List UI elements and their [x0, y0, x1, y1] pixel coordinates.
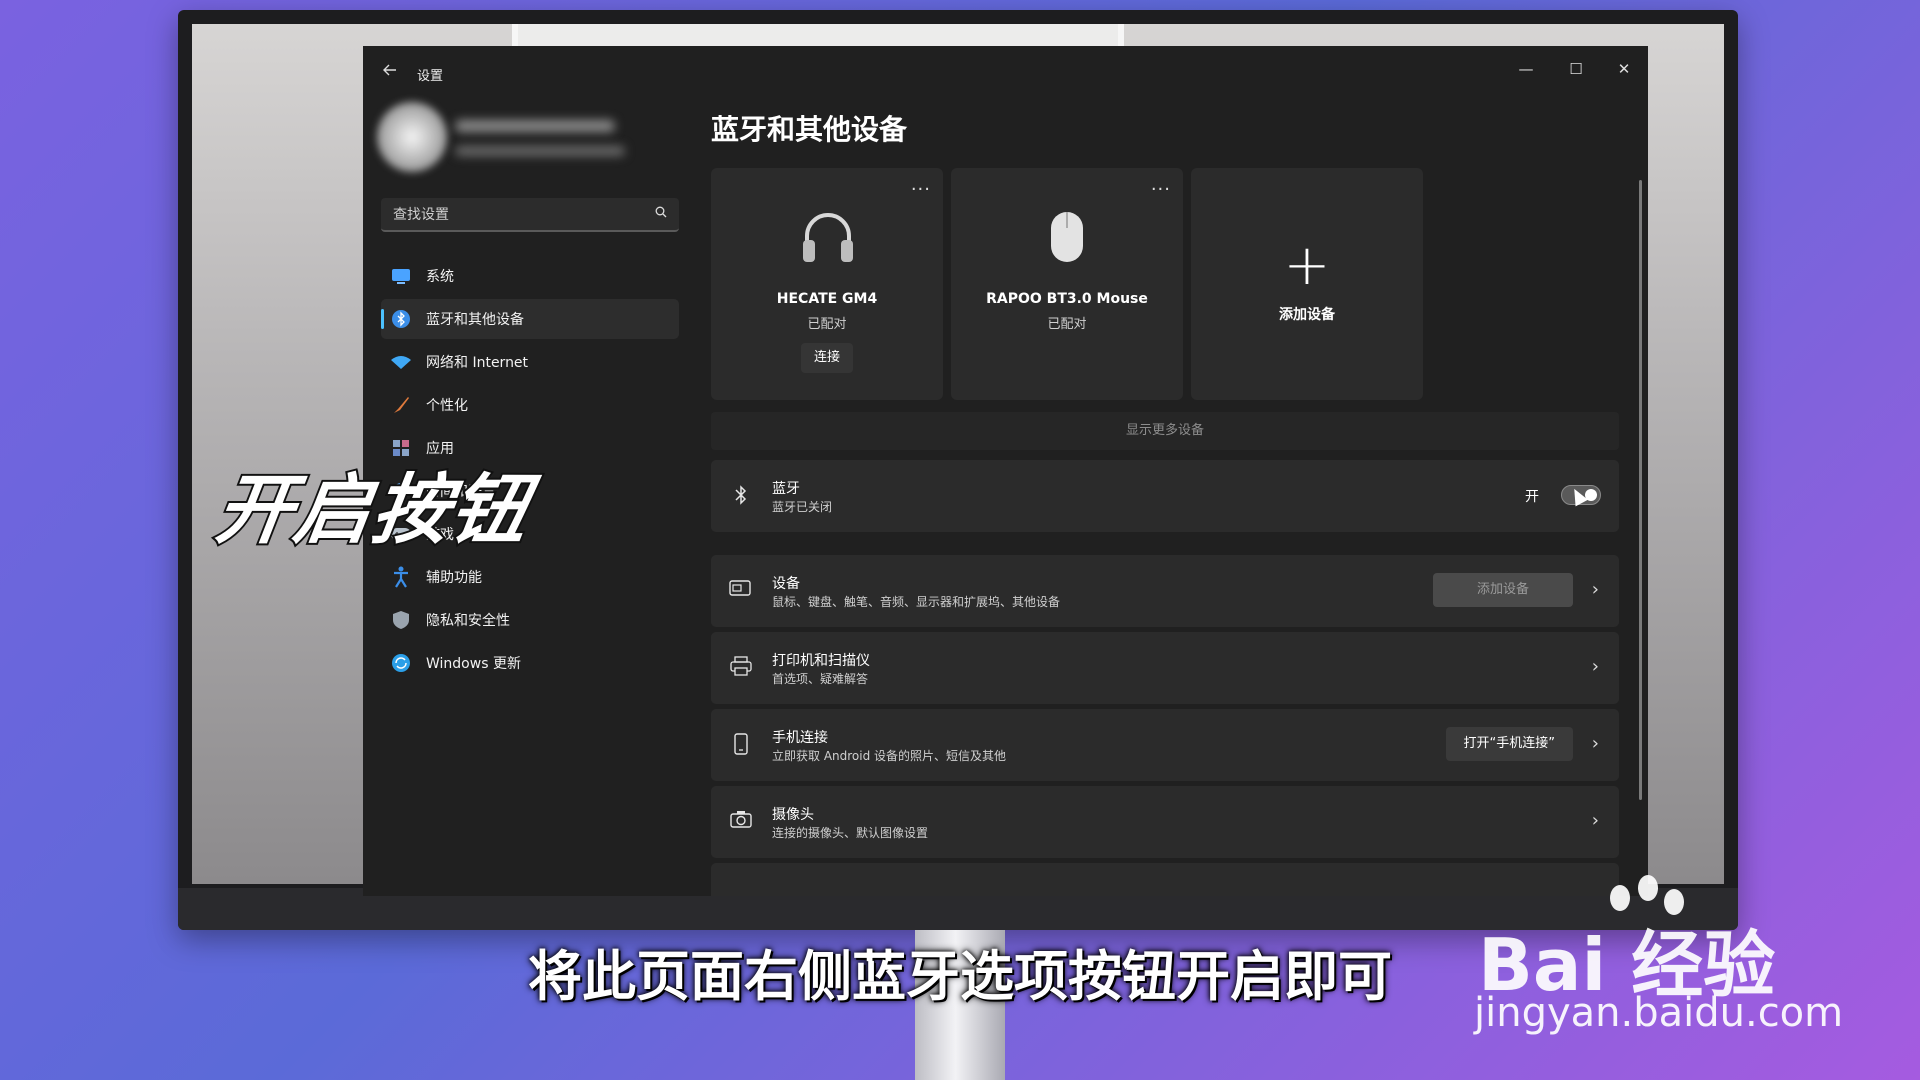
- settings-row-camera[interactable]: 摄像头 连接的摄像头、默认图像设置 ›: [711, 786, 1619, 858]
- sidebar-item-label: 隐私和安全性: [426, 613, 510, 629]
- sidebar-item-personalization[interactable]: 个性化: [381, 385, 679, 425]
- watermark-url: jingyan.baidu.com: [1474, 990, 1844, 1036]
- device-status: 已配对: [1047, 317, 1087, 332]
- page-title: 蓝牙和其他设备: [711, 113, 908, 146]
- mouse-icon: [1051, 212, 1083, 262]
- sidebar-item-label: 辅助功能: [426, 570, 482, 586]
- more-options-button[interactable]: ...: [1151, 174, 1171, 195]
- headphones-icon: [803, 213, 853, 262]
- bluetooth-icon: [729, 484, 753, 508]
- chevron-right-icon: ›: [1591, 579, 1599, 600]
- close-button[interactable]: ✕: [1604, 56, 1644, 82]
- user-email-blurred: [455, 146, 625, 156]
- add-device-button[interactable]: 添加设备: [1433, 573, 1573, 607]
- camera-icon: [729, 810, 753, 834]
- bluetooth-status: 蓝牙已关闭: [772, 500, 833, 514]
- maximize-button[interactable]: ☐: [1556, 56, 1596, 82]
- printer-icon: [729, 656, 753, 680]
- open-phone-link-button[interactable]: 打开“手机连接”: [1445, 727, 1573, 761]
- devices-icon: [729, 579, 753, 603]
- sidebar-item-network[interactable]: 网络和 Internet: [381, 342, 679, 382]
- title-bar: 设置 — ☐ ✕: [363, 46, 1648, 86]
- settings-row-partial[interactable]: [711, 863, 1619, 896]
- device-name: HECATE GM4: [776, 291, 878, 307]
- wifi-icon: [390, 351, 412, 373]
- scrollbar[interactable]: [1639, 180, 1642, 800]
- chevron-right-icon: ›: [1591, 810, 1599, 831]
- row-title: 手机连接: [772, 730, 828, 746]
- plus-icon: +: [1283, 233, 1331, 298]
- sidebar-item-system[interactable]: 系统: [381, 256, 679, 296]
- row-subtitle: 连接的摄像头、默认图像设置: [772, 826, 929, 840]
- arrow-left-icon: [383, 64, 396, 76]
- device-card-mouse[interactable]: ... RAPOO BT3.0 Mouse 已配对: [951, 168, 1183, 400]
- toggle-state-label: 开: [1525, 489, 1539, 505]
- connect-button[interactable]: 连接: [801, 343, 853, 373]
- sidebar-item-privacy[interactable]: 隐私和安全性: [381, 600, 679, 640]
- row-subtitle: 立即获取 Android 设备的照片、短信及其他: [772, 749, 1007, 763]
- sidebar-item-label: 蓝牙和其他设备: [426, 312, 524, 328]
- device-status: 已配对: [807, 317, 847, 332]
- accessibility-icon: [390, 566, 412, 588]
- avatar: [377, 102, 447, 172]
- settings-window: 设置 — ☐ ✕ 系统 蓝牙和其他设备 网络和 Internet 个性化: [363, 46, 1648, 896]
- search-input[interactable]: [391, 198, 635, 232]
- back-button[interactable]: [383, 64, 397, 80]
- add-device-label: 添加设备: [1279, 307, 1335, 323]
- user-name-blurred: [455, 120, 615, 132]
- sync-icon: [390, 652, 412, 674]
- row-subtitle: 鼠标、键盘、触笔、音频、显示器和扩展坞、其他设备: [772, 595, 1061, 609]
- row-title: 摄像头: [772, 807, 814, 823]
- more-options-button[interactable]: ...: [911, 174, 931, 195]
- search-icon[interactable]: [655, 206, 667, 218]
- phone-icon: [729, 733, 753, 757]
- bluetooth-title: 蓝牙: [772, 481, 800, 497]
- monitor-icon: [390, 265, 412, 287]
- bluetooth-icon: [390, 308, 412, 330]
- sidebar-item-label: 系统: [426, 269, 454, 285]
- overlay-caption-title: 开启按钮: [209, 463, 538, 556]
- search-box[interactable]: [381, 198, 679, 232]
- sidebar-item-label: 网络和 Internet: [426, 355, 529, 371]
- sidebar-item-bluetooth[interactable]: 蓝牙和其他设备: [381, 299, 679, 339]
- sidebar-item-windows-update[interactable]: Windows 更新: [381, 643, 679, 683]
- row-title: 设备: [772, 576, 800, 592]
- app-title: 设置: [417, 69, 444, 84]
- chevron-right-icon: ›: [1591, 733, 1599, 754]
- settings-row-phone-link[interactable]: 手机连接 立即获取 Android 设备的照片、短信及其他 打开“手机连接” ›: [711, 709, 1619, 781]
- settings-row-devices[interactable]: 设备 鼠标、键盘、触笔、音频、显示器和扩展坞、其他设备 添加设备 ›: [711, 555, 1619, 627]
- show-more-devices-button[interactable]: 显示更多设备: [711, 412, 1619, 450]
- row-title: 打印机和扫描仪: [772, 653, 870, 669]
- minimize-button[interactable]: —: [1506, 56, 1546, 82]
- sidebar-item-accessibility[interactable]: 辅助功能: [381, 557, 679, 597]
- row-subtitle: 首选项、疑难解答: [772, 672, 869, 686]
- device-name: RAPOO BT3.0 Mouse: [986, 291, 1148, 307]
- settings-row-printers[interactable]: 打印机和扫描仪 首选项、疑难解答 ›: [711, 632, 1619, 704]
- sidebar-item-label: 个性化: [426, 398, 468, 414]
- device-card-headphones[interactable]: ... HECATE GM4 已配对 连接: [711, 168, 943, 400]
- add-device-card[interactable]: + 添加设备: [1191, 168, 1423, 400]
- brush-icon: [390, 394, 412, 416]
- shield-icon: [390, 609, 412, 631]
- user-profile[interactable]: [375, 100, 635, 178]
- sidebar-item-label: Windows 更新: [426, 656, 521, 672]
- chevron-right-icon: ›: [1591, 656, 1599, 677]
- bluetooth-row: 蓝牙 蓝牙已关闭 开: [711, 460, 1619, 532]
